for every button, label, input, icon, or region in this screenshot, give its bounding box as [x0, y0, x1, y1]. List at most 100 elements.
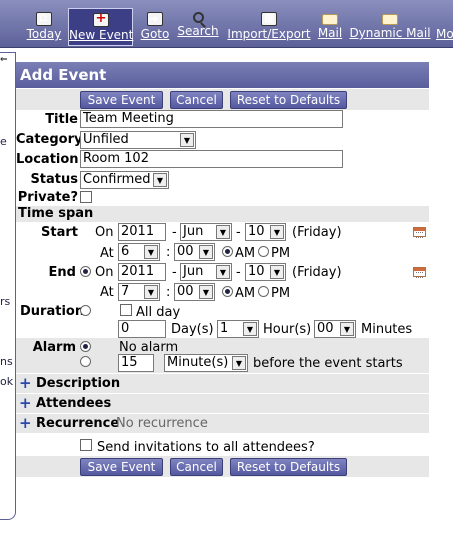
- panel-title: Add Event: [16, 62, 429, 88]
- search-label: Search: [177, 24, 219, 38]
- today-label: Today: [26, 27, 62, 41]
- home-icon: [36, 10, 52, 26]
- expand-plus-icon[interactable]: +: [19, 376, 32, 391]
- location-input[interactable]: Room 102: [80, 150, 343, 168]
- category-select[interactable]: Unfiled ▼: [80, 131, 196, 149]
- hours-label: Hour(s): [263, 322, 312, 337]
- alarm-unit-select[interactable]: Minute(s) ▼: [164, 354, 248, 372]
- cancel-button[interactable]: Cancel: [170, 458, 223, 476]
- end-am-label: AM: [235, 286, 256, 301]
- reset-defaults-button[interactable]: Reset to Defaults: [230, 91, 347, 109]
- start-at-label: At: [100, 246, 114, 261]
- separator: -: [236, 225, 241, 240]
- description-section[interactable]: + Description: [16, 373, 429, 393]
- chevron-down-icon: ▼: [144, 245, 158, 259]
- start-on-label: On: [95, 225, 114, 240]
- send-invitations-checkbox[interactable]: [80, 439, 92, 451]
- dynamic-mail-button[interactable]: Dynamic Mail: [349, 8, 431, 46]
- mail-button[interactable]: Mail: [316, 8, 344, 46]
- start-month-select[interactable]: Jun ▼: [180, 223, 232, 241]
- duration-minutes-select[interactable]: 00 ▼: [314, 320, 356, 338]
- end-at-label: At: [100, 285, 114, 300]
- end-minute-select[interactable]: 00 ▼: [174, 283, 215, 301]
- dynamic-mail-label: Dynamic Mail: [349, 26, 431, 40]
- calendar-icon[interactable]: [413, 267, 426, 278]
- top-button-row: Save Event Cancel Reset to Defaults: [16, 89, 429, 110]
- alarm-suffix: before the event starts: [253, 356, 403, 371]
- alarm-unit-value: Minute(s): [167, 355, 229, 370]
- start-pm-label: PM: [271, 246, 291, 261]
- days-label: Day(s): [171, 322, 214, 337]
- start-day-value: 10: [248, 224, 265, 239]
- end-radio[interactable]: [80, 266, 91, 277]
- import-export-label: Import/Export: [227, 27, 311, 41]
- start-day-select[interactable]: 10 ▼: [245, 223, 286, 241]
- end-pm-radio[interactable]: [258, 286, 269, 297]
- import-export-icon: [261, 11, 277, 26]
- collapse-sidebar-icon[interactable]: ⇐: [0, 55, 14, 65]
- mail-icon: [322, 14, 338, 25]
- calendar-icon[interactable]: [413, 227, 426, 238]
- status-select[interactable]: Confirmed ▼: [80, 171, 169, 189]
- today-button[interactable]: Today: [24, 8, 64, 46]
- chevron-down-icon: ▼: [243, 322, 257, 336]
- expand-plus-icon[interactable]: +: [19, 416, 32, 431]
- duration-hours-value: 1: [220, 321, 229, 336]
- save-event-button[interactable]: Save Event: [80, 91, 163, 109]
- no-alarm-label: No alarm: [119, 340, 179, 355]
- time-span-header: Time span: [16, 206, 429, 222]
- import-export-button[interactable]: Import/Export: [226, 8, 312, 46]
- alarm-time-radio[interactable]: [80, 356, 91, 367]
- search-button[interactable]: Search: [176, 8, 220, 46]
- cancel-button[interactable]: Cancel: [170, 91, 223, 109]
- sidebar-fragment[interactable]: ok: [0, 375, 13, 388]
- no-alarm-radio[interactable]: [80, 341, 91, 352]
- all-day-checkbox[interactable]: [120, 304, 132, 316]
- reset-defaults-button[interactable]: Reset to Defaults: [230, 458, 347, 476]
- time-span-title: Time span: [18, 206, 94, 221]
- time-colon: :: [166, 245, 171, 260]
- start-year-input[interactable]: 2011: [118, 223, 166, 241]
- start-minute-select[interactable]: 00 ▼: [174, 243, 215, 261]
- attendees-section[interactable]: + Attendees: [16, 393, 429, 413]
- start-month-value: Jun: [183, 224, 204, 239]
- goto-button[interactable]: Goto: [138, 8, 172, 46]
- recurrence-section[interactable]: + Recurrence No recurrence: [16, 413, 429, 433]
- private-checkbox[interactable]: [80, 191, 92, 203]
- sidebar-fragment[interactable]: ns: [0, 355, 13, 368]
- title-input[interactable]: Team Meeting: [80, 110, 343, 128]
- start-minute-value: 00: [177, 244, 194, 259]
- recurrence-label: Recurrence: [36, 416, 120, 431]
- chevron-down-icon: ▼: [232, 356, 246, 370]
- duration-days-input[interactable]: 0: [118, 320, 166, 338]
- duration-radio[interactable]: [80, 305, 91, 316]
- chevron-down-icon: ▼: [180, 133, 194, 147]
- category-value: Unfiled: [83, 132, 129, 147]
- alarm-amount-input[interactable]: 15: [118, 354, 154, 372]
- start-am-radio[interactable]: [222, 246, 233, 257]
- separator: -: [172, 225, 177, 240]
- duration-label: Duration: [20, 304, 85, 319]
- expand-plus-icon[interactable]: +: [19, 396, 32, 411]
- save-event-button[interactable]: Save Event: [80, 458, 163, 476]
- new-event-button[interactable]: New Event: [68, 8, 133, 46]
- sidebar-fragment[interactable]: rs: [0, 295, 10, 308]
- duration-hours-select[interactable]: 1 ▼: [217, 320, 259, 338]
- start-hour-select[interactable]: 6 ▼: [118, 243, 160, 261]
- chevron-down-icon: ▼: [340, 322, 354, 336]
- start-weekday: (Friday): [292, 225, 342, 240]
- start-hour-value: 6: [121, 244, 130, 259]
- end-month-select[interactable]: Jun ▼: [180, 263, 232, 281]
- end-day-select[interactable]: 10 ▼: [245, 263, 286, 281]
- end-year-input[interactable]: 2011: [118, 263, 166, 281]
- end-am-radio[interactable]: [222, 286, 233, 297]
- end-hour-select[interactable]: 7 ▼: [118, 283, 160, 301]
- start-pm-radio[interactable]: [258, 246, 269, 257]
- duration-minutes-value: 00: [317, 321, 334, 336]
- sidebar-panel: ⇐ e rs ns ok: [0, 52, 16, 520]
- private-label: Private?: [17, 190, 78, 205]
- end-on-label: On: [95, 265, 114, 280]
- more-label: Mo: [436, 27, 453, 41]
- sidebar-fragment[interactable]: e: [0, 135, 7, 148]
- more-button[interactable]: Mo: [436, 8, 453, 46]
